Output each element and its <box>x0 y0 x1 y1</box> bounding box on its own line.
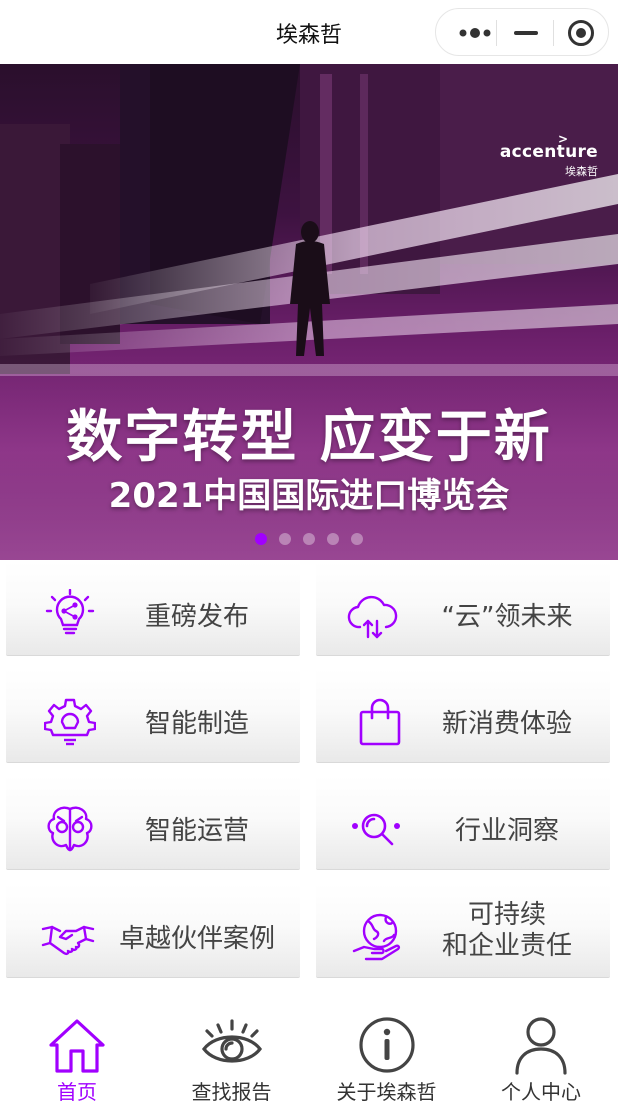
gear-bulb-icon <box>44 698 96 746</box>
banner-headline: 数字转型 应变于新 <box>66 405 552 470</box>
category-card-operations[interactable]: 智能运营 <box>6 776 300 870</box>
logo-brand-text: accenture <box>499 142 598 162</box>
globe-hand-icon <box>352 913 401 961</box>
category-label: “云”领未来 <box>441 602 573 632</box>
carousel-dot-active[interactable] <box>255 533 267 545</box>
user-icon <box>515 1017 567 1075</box>
tab-label: 关于埃森哲 <box>336 1080 437 1101</box>
tab-find-report[interactable]: 查找报告 <box>154 1003 309 1101</box>
category-card-releases[interactable]: 重磅发布 <box>6 562 300 656</box>
category-label: 新消费体验 <box>441 709 572 739</box>
title-bar: 埃森哲 <box>0 0 618 64</box>
category-card-cloud[interactable]: “云”领未来 <box>316 562 610 656</box>
category-label-line1: 可持续 <box>467 900 546 930</box>
tab-label: 查找报告 <box>191 1080 272 1101</box>
home-icon <box>49 1019 105 1073</box>
category-card-insights[interactable]: 行业洞察 <box>316 776 610 870</box>
banner-subline: 2021中国国际进口博览会 <box>108 476 510 516</box>
capsule-divider <box>496 20 497 46</box>
carousel-dot[interactable] <box>327 533 339 545</box>
tab-home[interactable]: 首页 <box>0 1003 154 1101</box>
carousel-dot[interactable] <box>279 533 291 545</box>
carousel-dot[interactable] <box>303 533 315 545</box>
eye-icon <box>201 1019 262 1063</box>
tab-about[interactable]: 关于埃森哲 <box>309 1003 464 1101</box>
info-icon <box>358 1017 415 1073</box>
category-label: 重磅发布 <box>144 602 249 632</box>
tab-label: 个人中心 <box>501 1080 581 1101</box>
category-label: 卓越伙伴案例 <box>118 924 275 954</box>
bottom-tab-bar: 首页 查找报告 关于埃森哲 个人中心 <box>0 1003 618 1101</box>
tab-label: 首页 <box>57 1080 97 1101</box>
lightbulb-share-icon <box>45 589 95 635</box>
accenture-logo: > accenture 埃森哲 <box>499 132 598 178</box>
category-label: 行业洞察 <box>454 816 559 846</box>
category-label: 可持续 和企业责任 <box>412 900 602 962</box>
target-close-icon[interactable] <box>554 9 608 57</box>
category-card-consumer[interactable]: 新消费体验 <box>316 669 610 763</box>
category-card-sustainability[interactable]: 可持续 和企业责任 <box>316 884 610 978</box>
handshake-icon <box>41 925 95 956</box>
magnifier-insight-icon <box>352 813 400 846</box>
category-card-manufacturing[interactable]: 智能制造 <box>6 669 300 763</box>
category-label: 智能制造 <box>144 709 249 739</box>
carousel-indicator <box>0 533 618 545</box>
category-label: 智能运营 <box>144 816 249 846</box>
brain-gear-icon <box>47 806 93 852</box>
minimize-icon[interactable] <box>498 9 554 57</box>
tab-profile[interactable]: 个人中心 <box>464 1003 618 1101</box>
category-label-line2: 和企业责任 <box>441 931 572 961</box>
shopping-bag-icon <box>359 698 401 746</box>
logo-brand-cn: 埃森哲 <box>565 165 598 178</box>
carousel-dot[interactable] <box>351 533 363 545</box>
hero-banner[interactable]: > accenture 埃森哲 数字转型 应变于新 2021中国国际进口博览会 <box>0 64 618 560</box>
cloud-transfer-icon <box>347 595 398 639</box>
capsule-menu <box>435 8 609 56</box>
category-card-partners[interactable]: 卓越伙伴案例 <box>6 884 300 978</box>
